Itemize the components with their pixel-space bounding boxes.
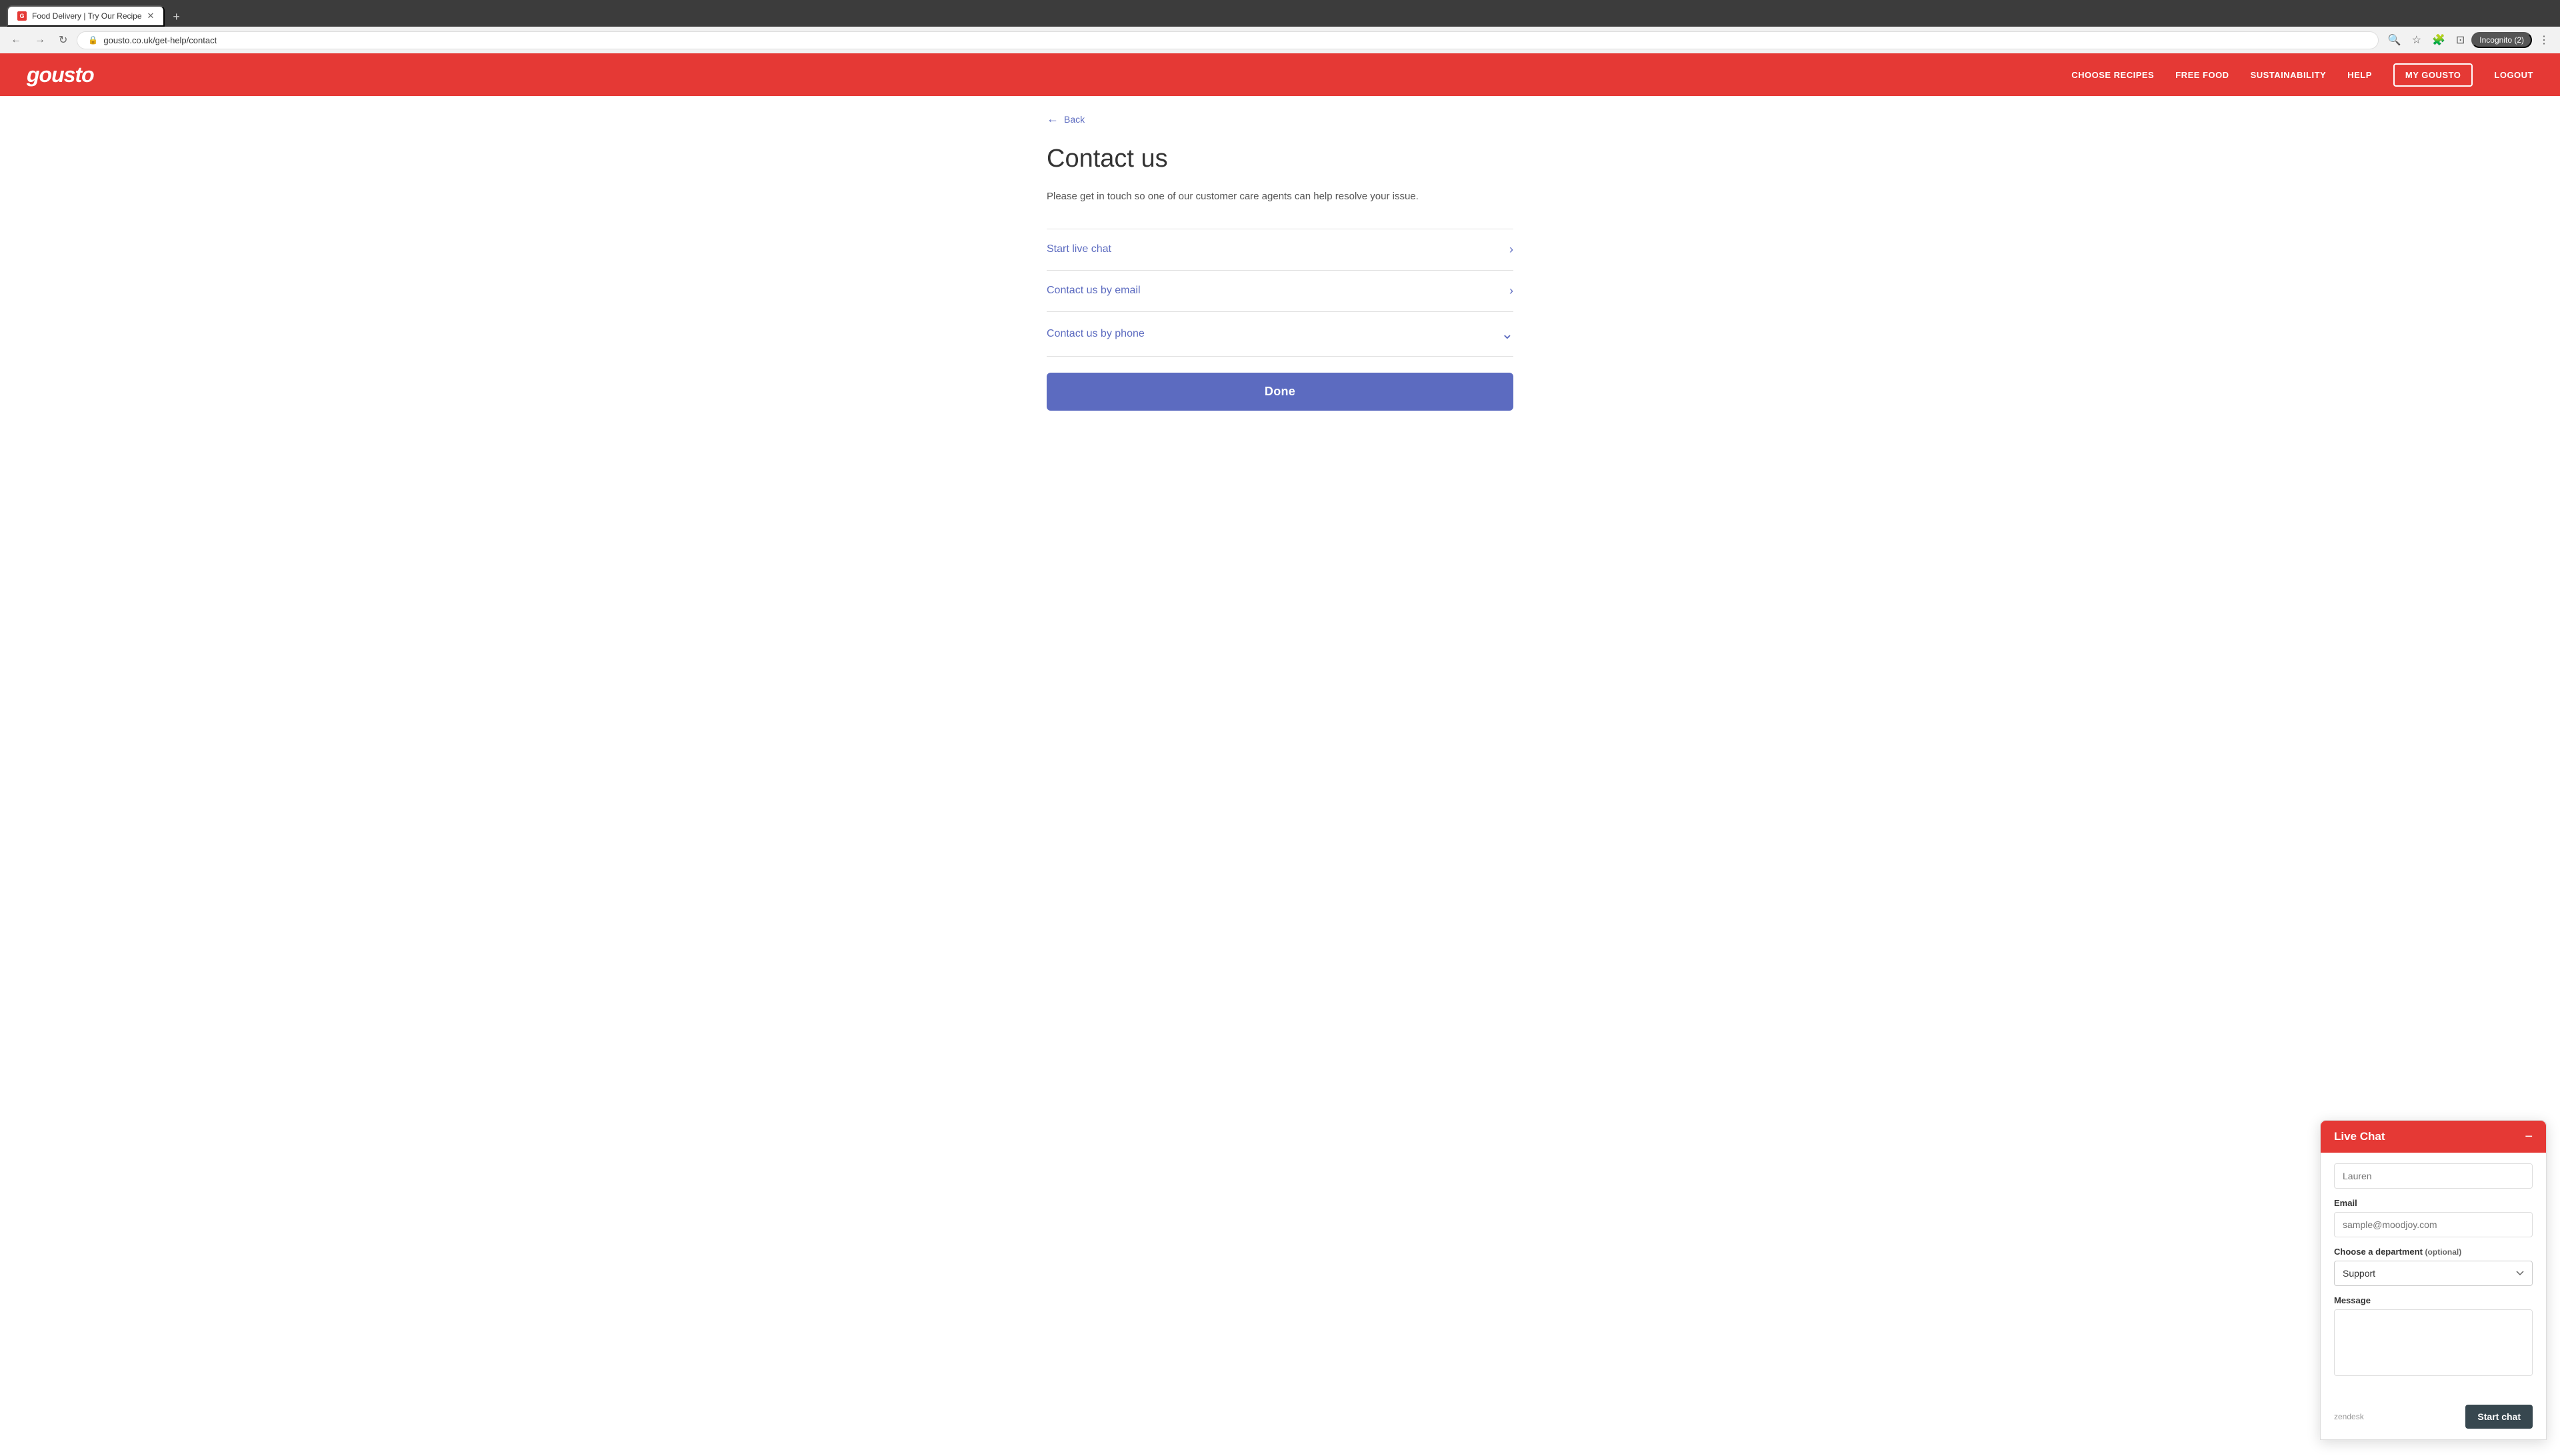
new-tab-button[interactable]: +	[167, 7, 185, 27]
address-bar[interactable]: 🔒 gousto.co.uk/get-help/contact	[77, 31, 2378, 49]
search-button[interactable]: 🔍	[2384, 31, 2405, 49]
browser-toolbar: ← → ↻ 🔒 gousto.co.uk/get-help/contact 🔍 …	[0, 27, 2560, 53]
address-text: gousto.co.uk/get-help/contact	[103, 35, 217, 45]
chat-body: Email Choose a department (optional) Sup…	[2321, 1153, 2546, 1398]
lock-icon: 🔒	[88, 35, 98, 45]
chat-message-label: Message	[2334, 1295, 2533, 1305]
chat-header[interactable]: Live Chat −	[2321, 1121, 2546, 1153]
contact-phone-label: Contact us by phone	[1047, 328, 1145, 340]
back-link[interactable]: ← Back	[1047, 112, 1513, 126]
main-nav: CHOOSE RECIPES FREE FOOD SUSTAINABILITY …	[2071, 63, 2533, 87]
menu-button[interactable]: ⋮	[2535, 31, 2553, 49]
nav-choose-recipes[interactable]: CHOOSE RECIPES	[2071, 70, 2154, 80]
tab-close-icon[interactable]: ✕	[147, 11, 155, 21]
browser-tabs: G Food Delivery | Try Our Recipe ✕ +	[7, 5, 2553, 27]
reload-button[interactable]: ↻	[55, 31, 71, 49]
active-tab[interactable]: G Food Delivery | Try Our Recipe ✕	[7, 5, 165, 27]
start-live-chat-option[interactable]: Start live chat ›	[1047, 229, 1513, 271]
extensions-button[interactable]: 🧩	[2428, 31, 2449, 49]
contact-email-option[interactable]: Contact us by email ›	[1047, 271, 1513, 312]
chat-header-title: Live Chat	[2334, 1130, 2385, 1143]
chat-footer: zendesk Start chat	[2321, 1398, 2546, 1439]
content-area: ← Back Contact us Please get in touch so…	[1020, 96, 1540, 1456]
site-logo[interactable]: gousto	[27, 63, 94, 87]
zendesk-label: zendesk	[2334, 1412, 2364, 1421]
back-nav-button[interactable]: ←	[7, 31, 25, 49]
phone-chevron-down-icon: ⌄	[1501, 325, 1513, 343]
split-view-button[interactable]: ⊡	[2452, 31, 2469, 49]
done-button[interactable]: Done	[1047, 373, 1513, 411]
nav-free-food[interactable]: FREE FOOD	[2175, 70, 2229, 80]
incognito-badge[interactable]: Incognito (2)	[2471, 32, 2532, 48]
toolbar-actions: 🔍 ☆ 🧩 ⊡ Incognito (2) ⋮	[2384, 31, 2553, 49]
start-live-chat-label: Start live chat	[1047, 243, 1111, 255]
tab-title: Food Delivery | Try Our Recipe	[32, 11, 142, 21]
tab-favicon: G	[17, 11, 27, 21]
chat-email-label: Email	[2334, 1198, 2533, 1208]
live-chat-panel: Live Chat − Email Choose a department (o…	[2320, 1120, 2547, 1440]
chat-message-textarea[interactable]	[2334, 1309, 2533, 1376]
chat-department-label: Choose a department (optional)	[2334, 1247, 2533, 1257]
back-arrow-icon: ←	[1047, 112, 1059, 126]
chat-name-input[interactable]	[2334, 1163, 2533, 1189]
page-title: Contact us	[1047, 145, 1513, 173]
site-header: gousto CHOOSE RECIPES FREE FOOD SUSTAINA…	[0, 53, 2560, 96]
bookmark-button[interactable]: ☆	[2408, 31, 2425, 49]
chevron-right-icon: ›	[1509, 243, 1513, 257]
nav-logout[interactable]: LOGOUT	[2494, 70, 2533, 80]
email-chevron-right-icon: ›	[1509, 284, 1513, 298]
contact-subtitle: Please get in touch so one of our custom…	[1047, 189, 1513, 205]
nav-help[interactable]: HELP	[2347, 70, 2372, 80]
page-wrapper: ← Back Contact us Please get in touch so…	[0, 96, 2560, 1456]
nav-sustainability[interactable]: SUSTAINABILITY	[2251, 70, 2327, 80]
back-link-label: Back	[1064, 114, 1085, 125]
forward-nav-button[interactable]: →	[31, 31, 49, 49]
chat-minimize-icon[interactable]: −	[2525, 1130, 2533, 1143]
chat-department-select[interactable]: Support Billing Technical	[2334, 1261, 2533, 1286]
contact-email-label: Contact us by email	[1047, 285, 1141, 297]
nav-my-gousto[interactable]: MY GOUSTO	[2393, 63, 2473, 87]
chat-email-input[interactable]	[2334, 1212, 2533, 1237]
contact-phone-option[interactable]: Contact us by phone ⌄	[1047, 312, 1513, 357]
start-chat-button[interactable]: Start chat	[2465, 1405, 2533, 1429]
browser-chrome: G Food Delivery | Try Our Recipe ✕ +	[0, 0, 2560, 27]
